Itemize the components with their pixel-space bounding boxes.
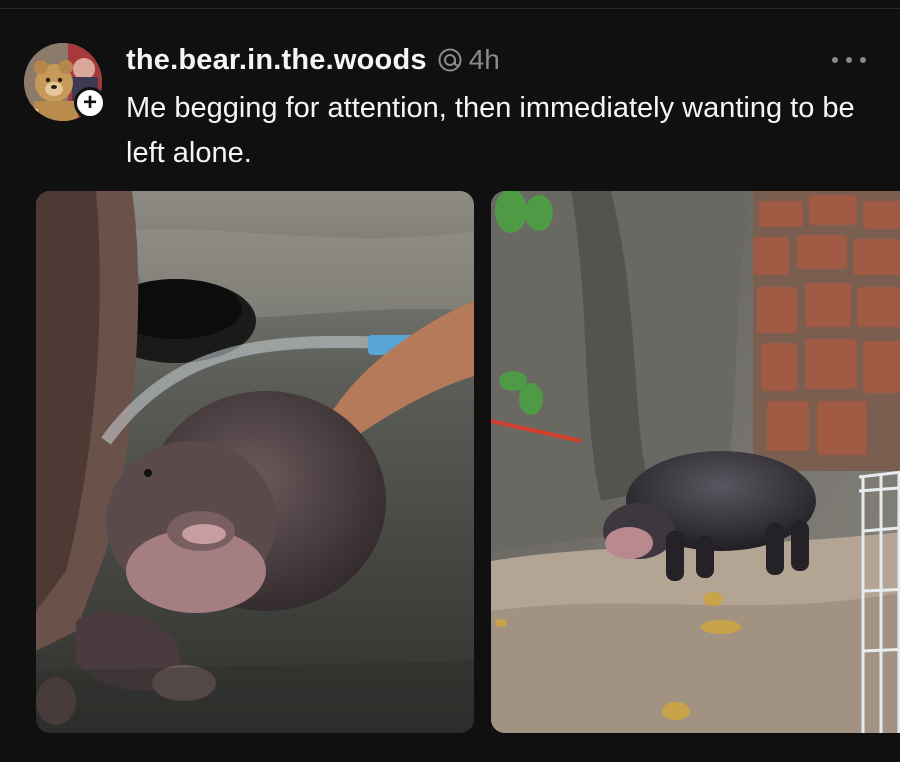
media-image-1[interactable] <box>36 191 474 733</box>
post-caption: Me begging for attention, then immediate… <box>126 92 855 169</box>
hippo-alone-photo <box>491 191 900 733</box>
threads-badge-icon <box>438 48 462 72</box>
more-options-icon[interactable] <box>832 50 866 70</box>
top-divider <box>0 8 900 9</box>
dot <box>832 57 838 63</box>
dot <box>860 57 866 63</box>
media-image-2[interactable] <box>491 191 900 733</box>
username-link[interactable]: the.bear.in.the.woods <box>126 44 427 77</box>
post-header: the.bear.in.the.woods 4h <box>126 40 500 80</box>
hippo-hose-photo <box>36 191 474 733</box>
follow-button[interactable]: + <box>74 87 106 119</box>
post-timestamp: 4h <box>468 44 500 75</box>
dot <box>846 57 852 63</box>
